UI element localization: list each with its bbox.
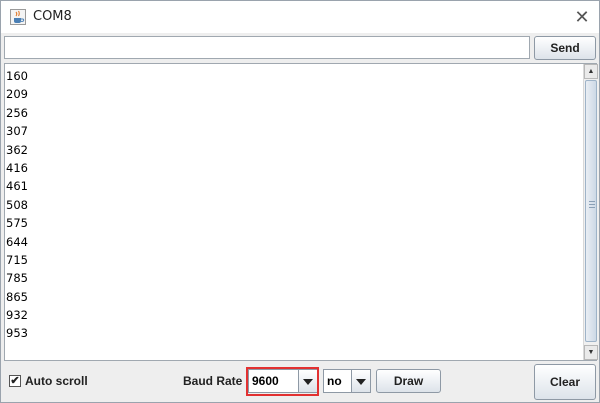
java-cup-icon [10, 9, 26, 25]
output-line: 461 [6, 179, 28, 194]
autoscroll-checkbox[interactable]: ✔ [9, 375, 21, 387]
serial-output-area[interactable]: 160 209 256 307 362 416 461 508 575 644 … [4, 63, 598, 361]
grip-line [589, 207, 595, 208]
scroll-down-icon[interactable]: ▼ [584, 345, 598, 360]
scrollbar-thumb[interactable] [585, 80, 597, 342]
autoscroll-label: Auto scroll [25, 374, 88, 388]
output-line: 865 [6, 289, 28, 304]
line-ending-value: no [327, 374, 342, 388]
output-line: 953 [6, 326, 28, 341]
output-line: 362 [6, 142, 28, 157]
bottom-toolbar: ✔ Auto scroll Baud Rate 9600 no Draw Cle… [1, 362, 599, 402]
output-line: 644 [6, 234, 28, 249]
send-input[interactable] [4, 36, 530, 59]
highlight-box [246, 367, 319, 396]
close-icon[interactable]: ✕ [572, 7, 592, 27]
window-title: COM8 [33, 9, 72, 24]
vertical-scrollbar[interactable]: ▲ ▼ [583, 64, 598, 360]
output-line: 209 [6, 87, 28, 102]
output-line: 932 [6, 308, 28, 323]
baud-rate-label: Baud Rate [183, 374, 243, 388]
draw-button[interactable]: Draw [376, 369, 441, 393]
output-line: 785 [6, 271, 28, 286]
send-button[interactable]: Send [534, 36, 596, 60]
clear-button[interactable]: Clear [534, 364, 596, 400]
grip-line [589, 204, 595, 205]
output-line: 307 [6, 124, 28, 139]
scroll-up-icon[interactable]: ▲ [584, 64, 598, 79]
output-line: 160 [6, 69, 28, 83]
output-line: 416 [6, 160, 28, 175]
output-line: 575 [6, 216, 28, 231]
output-line: 508 [6, 197, 28, 212]
serial-monitor-window: COM8 ✕ Send 160 209 256 307 362 416 461 … [0, 0, 600, 403]
chevron-down-icon[interactable] [351, 370, 370, 392]
title-bar: COM8 ✕ [1, 1, 599, 33]
output-line: 715 [6, 252, 28, 267]
output-lines: 160 209 256 307 362 416 461 508 575 644 … [6, 67, 28, 343]
output-line: 256 [6, 105, 28, 120]
line-ending-select[interactable]: no [323, 369, 371, 393]
grip-line [589, 201, 595, 202]
